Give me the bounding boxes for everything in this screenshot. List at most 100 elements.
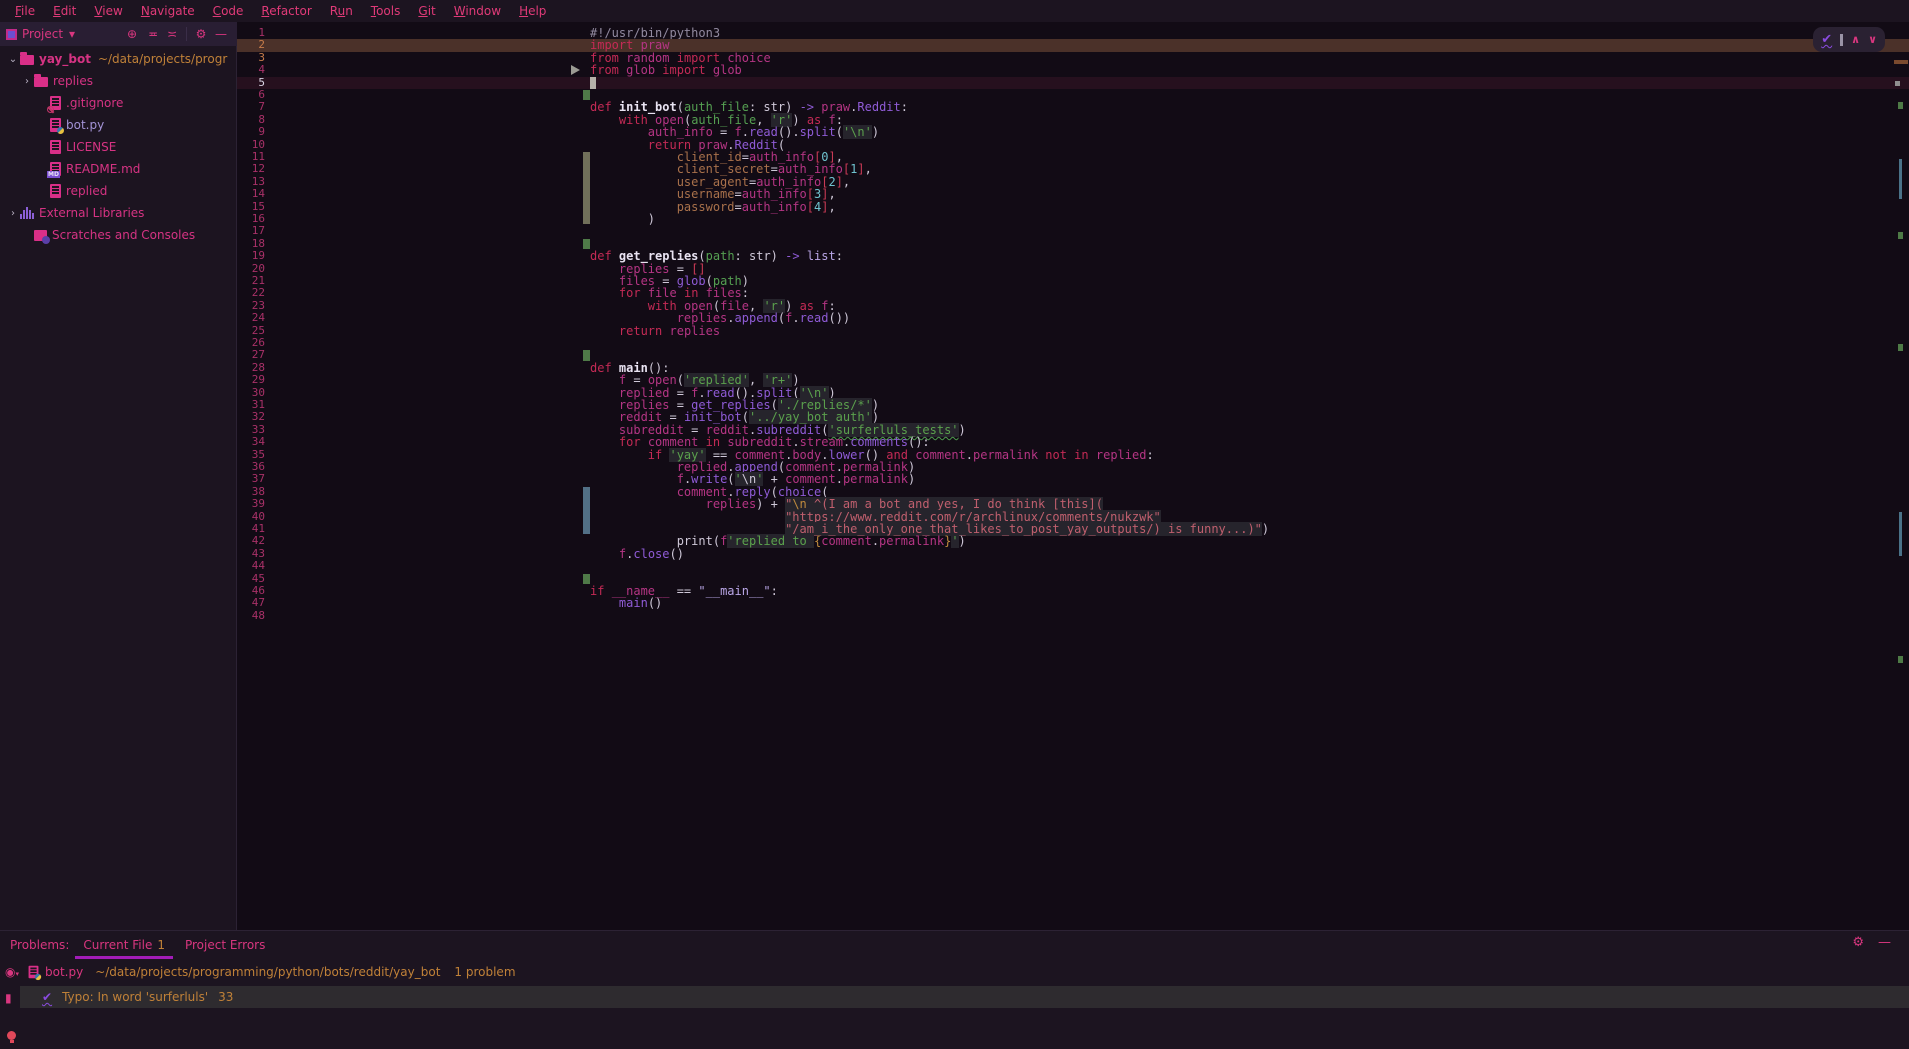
scrollbar-error-stripe-mark[interactable] bbox=[1898, 344, 1903, 351]
line-number: 9 bbox=[241, 126, 265, 138]
code-line-41[interactable]: 41 "/am_i_the_only_one_that_likes_to_pos… bbox=[237, 523, 1909, 535]
tree-item--gitignore[interactable]: .gitignore bbox=[0, 92, 237, 114]
project-panel-title[interactable]: Project bbox=[22, 27, 63, 41]
problem-item-row[interactable]: ✔ Typo: In word 'surferluls' 33 bbox=[20, 986, 1909, 1008]
code-line-31[interactable]: 31 replies = get_replies('./replies/*') bbox=[237, 399, 1909, 411]
code-line-37[interactable]: 37 f.write('\n' + comment.permalink) bbox=[237, 473, 1909, 485]
code-line-14[interactable]: 14 username=auth_info[3], bbox=[237, 188, 1909, 200]
menu-file[interactable]: File bbox=[6, 2, 44, 20]
code-line-44[interactable]: 44 bbox=[237, 560, 1909, 572]
code-line-11[interactable]: 11 client_id=auth_info[0], bbox=[237, 151, 1909, 163]
chevron-right-icon[interactable]: › bbox=[20, 76, 34, 87]
scrollbar-error-stripe-mark[interactable] bbox=[1898, 232, 1903, 239]
code-line-21[interactable]: 21 files = glob(path) bbox=[237, 275, 1909, 287]
code-line-17[interactable]: 17 bbox=[237, 225, 1909, 237]
code-line-33[interactable]: 33 subreddit = reddit.subreddit('surferl… bbox=[237, 424, 1909, 436]
code-line-18[interactable]: 18 bbox=[237, 238, 1909, 250]
code-line-24[interactable]: 24 replies.append(f.read()) bbox=[237, 312, 1909, 324]
suppress-icon[interactable]: ▮ bbox=[5, 991, 12, 1005]
code-line-25[interactable]: 25 return replies bbox=[237, 325, 1909, 337]
code-line-8[interactable]: 8 with open(auth_file, 'r') as f: bbox=[237, 114, 1909, 126]
menu-run[interactable]: Run bbox=[321, 2, 362, 20]
code-line-39[interactable]: 39 replies) + "\n ^(I am a bot and yes, … bbox=[237, 498, 1909, 510]
scrollbar-error-stripe-mark[interactable] bbox=[1899, 159, 1902, 199]
code-line-9[interactable]: 9 auth_info = f.read().split('\n') bbox=[237, 126, 1909, 138]
code-line-13[interactable]: 13 user_agent=auth_info[2], bbox=[237, 176, 1909, 188]
problems-file-row[interactable]: bot.py ~/data/projects/programming/pytho… bbox=[28, 962, 516, 982]
hide-panel-icon[interactable]: — bbox=[211, 27, 231, 41]
code-line-15[interactable]: 15 password=auth_info[4], bbox=[237, 201, 1909, 213]
code-line-26[interactable]: 26 bbox=[237, 337, 1909, 349]
code-line-10[interactable]: 10 return praw.Reddit( bbox=[237, 139, 1909, 151]
menu-window[interactable]: Window bbox=[445, 2, 510, 20]
code-line-16[interactable]: 16 ) bbox=[237, 213, 1909, 225]
hide-panel-icon[interactable]: — bbox=[1878, 935, 1891, 950]
code-line-5[interactable]: 5 bbox=[237, 77, 1909, 89]
code-line-46[interactable]: 46if __name__ == "__main__": bbox=[237, 585, 1909, 597]
code-line-6[interactable]: 6 bbox=[237, 89, 1909, 101]
lightbulb-icon[interactable] bbox=[7, 1031, 16, 1040]
code-line-36[interactable]: 36 replied.append(comment.permalink) bbox=[237, 461, 1909, 473]
code-line-7[interactable]: 7def init_bot(auth_file: str) -> praw.Re… bbox=[237, 101, 1909, 113]
tree-item-external-libraries[interactable]: ›External Libraries bbox=[0, 202, 237, 224]
gutter-change-marker bbox=[583, 239, 590, 249]
menu-code[interactable]: Code bbox=[204, 2, 253, 20]
tree-item-readme-md[interactable]: MDREADME.md bbox=[0, 158, 237, 180]
code-line-29[interactable]: 29 f = open('replied', 'r+') bbox=[237, 374, 1909, 386]
code-line-2[interactable]: 2import praw bbox=[237, 39, 1909, 51]
locate-icon[interactable]: ⊕ bbox=[122, 27, 142, 41]
code-line-35[interactable]: 35 if 'yay' == comment.body.lower() and … bbox=[237, 449, 1909, 461]
code-line-27[interactable]: 27 bbox=[237, 349, 1909, 361]
code-line-12[interactable]: 12 client_secret=auth_info[1], bbox=[237, 163, 1909, 175]
code-line-3[interactable]: 3from random import choice bbox=[237, 52, 1909, 64]
tree-item-license[interactable]: LICENSE bbox=[0, 136, 237, 158]
scrollbar-error-stripe-mark[interactable] bbox=[1899, 512, 1902, 556]
tree-item-scratches-and-consoles[interactable]: Scratches and Consoles bbox=[0, 224, 237, 246]
scrollbar-error-stripe-mark[interactable] bbox=[1894, 60, 1908, 64]
code-line-4[interactable]: 4from glob import glob bbox=[237, 64, 1909, 76]
tree-item-replied[interactable]: replied bbox=[0, 180, 237, 202]
tree-item-yay-bot[interactable]: ⌄yay_bot~/data/projects/progr bbox=[0, 48, 237, 70]
tree-item-bot-py[interactable]: bot.py bbox=[0, 114, 237, 136]
problems-tab-project-errors[interactable]: Project Errors bbox=[175, 935, 275, 955]
code-line-48[interactable]: 48 bbox=[237, 610, 1909, 622]
tree-item-label: replied bbox=[66, 184, 107, 198]
scrollbar-error-stripe-mark[interactable] bbox=[1898, 656, 1903, 663]
chevron-down-icon[interactable]: ⌄ bbox=[6, 54, 20, 65]
settings-gear-icon[interactable]: ⚙ bbox=[191, 27, 211, 41]
settings-gear-icon[interactable]: ⚙ bbox=[1852, 935, 1864, 950]
scrollbar-error-stripe-mark[interactable] bbox=[1898, 102, 1903, 109]
menu-tools[interactable]: Tools bbox=[362, 2, 410, 20]
menu-refactor[interactable]: Refactor bbox=[252, 2, 320, 20]
code-line-22[interactable]: 22 for file in files: bbox=[237, 287, 1909, 299]
menu-help[interactable]: Help bbox=[510, 2, 555, 20]
code-line-32[interactable]: 32 reddit = init_bot('../yay_bot_auth') bbox=[237, 411, 1909, 423]
tree-item-replies[interactable]: ›replies bbox=[0, 70, 237, 92]
code-line-28[interactable]: 28def main(): bbox=[237, 362, 1909, 374]
run-gutter-icon[interactable] bbox=[571, 65, 580, 75]
chevron-down-icon[interactable]: ▾ bbox=[66, 27, 78, 41]
code-line-42[interactable]: 42 print(f'replied to {comment.permalink… bbox=[237, 535, 1909, 547]
scratches-icon bbox=[34, 230, 47, 241]
code-line-30[interactable]: 30 replied = f.read().split('\n') bbox=[237, 387, 1909, 399]
code-editor[interactable]: 1#!/usr/bin/python32import praw3from ran… bbox=[237, 22, 1909, 930]
code-line-45[interactable]: 45 bbox=[237, 573, 1909, 585]
menu-edit[interactable]: Edit bbox=[44, 2, 85, 20]
next-problem-icon[interactable]: ∨ bbox=[1868, 33, 1877, 46]
menu-git[interactable]: Git bbox=[409, 2, 444, 20]
code-line-47[interactable]: 47 main() bbox=[237, 597, 1909, 609]
menu-navigate[interactable]: Navigate bbox=[132, 2, 204, 20]
collapse-all-icon[interactable]: ≍ bbox=[162, 27, 182, 41]
expand-all-icon[interactable]: ≖ bbox=[142, 27, 162, 41]
code-line-20[interactable]: 20 replies = [] bbox=[237, 263, 1909, 275]
problems-tab-current-file[interactable]: Current File1 bbox=[73, 935, 175, 955]
code-line-23[interactable]: 23 with open(file, 'r') as f: bbox=[237, 300, 1909, 312]
code-line-1[interactable]: 1#!/usr/bin/python3 bbox=[237, 27, 1909, 39]
inspections-filter-icon[interactable]: ◉▾ bbox=[5, 965, 19, 979]
menu-view[interactable]: View bbox=[85, 2, 131, 20]
code-line-19[interactable]: 19def get_replies(path: str) -> list: bbox=[237, 250, 1909, 262]
previous-problem-icon[interactable]: ∧ bbox=[1851, 33, 1860, 46]
code-line-43[interactable]: 43 f.close() bbox=[237, 548, 1909, 560]
scrollbar-error-stripe-mark[interactable] bbox=[1895, 81, 1900, 86]
chevron-right-icon[interactable]: › bbox=[6, 208, 20, 219]
